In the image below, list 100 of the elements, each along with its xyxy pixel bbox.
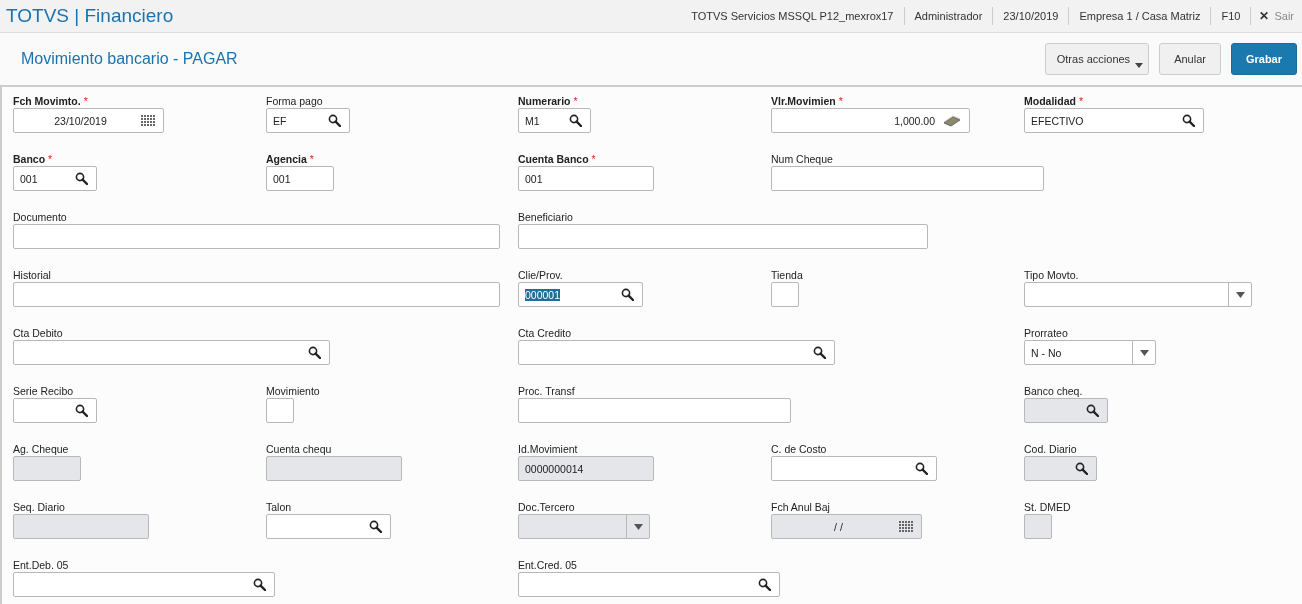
search-icon[interactable]: [75, 404, 88, 417]
required-mark: *: [309, 152, 314, 166]
input-field[interactable]: EFECTIVO: [1024, 108, 1204, 133]
required-mark: *: [591, 152, 596, 166]
field-label: Proc. Transf: [518, 384, 575, 398]
exit-button[interactable]: ✕ Sair: [1251, 9, 1302, 23]
field-label: Modalidad: [1024, 94, 1076, 108]
input-field[interactable]: [518, 572, 780, 597]
field-label: Numerario: [518, 94, 571, 108]
field-value: 23/10/2019: [54, 114, 107, 127]
status-text: F10: [1211, 7, 1252, 25]
search-icon[interactable]: [758, 578, 771, 591]
status-text: Administrador: [904, 7, 994, 25]
action-button[interactable]: Anular: [1159, 43, 1221, 75]
search-icon[interactable]: [813, 346, 826, 359]
field-label: Cuenta Banco: [518, 152, 589, 166]
input-field[interactable]: [771, 282, 799, 307]
input-field[interactable]: [266, 514, 391, 539]
field-label: Id.Movimient: [518, 442, 578, 456]
field-label: Cod. Diario: [1024, 442, 1077, 456]
search-icon[interactable]: [328, 114, 341, 127]
field-label: Tienda: [771, 268, 803, 282]
field-label: Talon: [266, 500, 292, 514]
field-label: Movimiento: [266, 384, 320, 398]
search-icon[interactable]: [915, 462, 928, 475]
page-title: Movimiento bancario - PAGAR: [21, 50, 238, 68]
input-field[interactable]: EF: [266, 108, 350, 133]
input-field[interactable]: [13, 572, 275, 597]
field-value: EFECTIVO: [1031, 114, 1084, 127]
field-value: EF: [273, 114, 287, 127]
field-value: 001: [273, 172, 291, 185]
search-icon[interactable]: [569, 114, 582, 127]
field-label: Clie/Prov.: [518, 268, 563, 282]
action-button[interactable]: Grabar: [1230, 43, 1297, 75]
search-icon[interactable]: [308, 346, 321, 359]
field-value: / /: [834, 520, 843, 533]
field-label: Cuenta chequ: [266, 442, 332, 456]
field-label: Agencia: [266, 152, 307, 166]
field-label: Vlr.Movimien: [771, 94, 836, 108]
input-field[interactable]: M1: [518, 108, 591, 133]
input-field[interactable]: [518, 340, 835, 365]
field-label: Doc.Tercero: [518, 500, 575, 514]
field-label: C. de Costo: [771, 442, 827, 456]
field-label: Documento: [13, 210, 67, 224]
field-value: N - No: [1031, 346, 1062, 359]
field-label: Serie Recibo: [13, 384, 74, 398]
field-label: Seq. Diario: [13, 500, 65, 514]
input-field[interactable]: 001: [266, 166, 334, 191]
field-label: Fch Movimto.: [13, 94, 81, 108]
status-text: TOTVS Servicios MSSQL P12_mexrox17: [681, 7, 905, 25]
money-icon[interactable]: [943, 114, 961, 127]
input-field[interactable]: [771, 166, 1044, 191]
input-field[interactable]: [266, 398, 294, 423]
caret-icon: [1135, 63, 1144, 68]
dropdown[interactable]: N - No: [1024, 340, 1156, 365]
required-mark: *: [573, 94, 578, 108]
field-label: Num Cheque: [771, 152, 833, 166]
input-field[interactable]: 1,000.00: [771, 108, 970, 133]
search-icon[interactable]: [75, 172, 88, 185]
input-field[interactable]: 000001: [518, 282, 643, 307]
input-field[interactable]: [13, 340, 330, 365]
input-field[interactable]: [13, 282, 500, 307]
field-value: 001: [525, 172, 543, 185]
calendar-icon[interactable]: [141, 114, 155, 127]
field-value: 0000000014: [525, 462, 584, 475]
input-field[interactable]: [518, 224, 928, 249]
field-value: M1: [525, 114, 540, 127]
search-icon[interactable]: [253, 578, 266, 591]
input-field[interactable]: [771, 456, 937, 481]
status-text: Empresa 1 / Casa Matriz: [1069, 7, 1212, 25]
app-title: TOTVS | Financiero: [6, 5, 174, 27]
field-label: Banco cheq.: [1024, 384, 1083, 398]
input-field[interactable]: [518, 398, 791, 423]
required-mark: *: [838, 94, 843, 108]
field-label: Ent.Deb. 05: [13, 558, 69, 572]
field-label: Banco: [13, 152, 46, 166]
search-icon[interactable]: [369, 520, 382, 533]
input-field[interactable]: [13, 224, 500, 249]
input-field[interactable]: 001: [13, 166, 97, 191]
field-value: 001: [20, 172, 38, 185]
field-label: Prorrateo: [1024, 326, 1068, 340]
field-label: Ag. Cheque: [13, 442, 69, 456]
menu-button[interactable]: Otras acciones: [1044, 43, 1150, 75]
input-field[interactable]: 001: [518, 166, 654, 191]
field-label: Forma pago: [266, 94, 323, 108]
field-label: Historial: [13, 268, 51, 282]
field-label: Cta Credito: [518, 326, 572, 340]
field-label: Tipo Movto.: [1024, 268, 1079, 282]
input-field[interactable]: 23/10/2019: [13, 108, 164, 133]
required-mark: *: [1078, 94, 1083, 108]
search-icon[interactable]: [621, 288, 634, 301]
required-mark: *: [48, 152, 53, 166]
search-icon[interactable]: [1182, 114, 1195, 127]
field-label: Beneficiario: [518, 210, 573, 224]
field-label: Cta Debito: [13, 326, 63, 340]
input-field[interactable]: [13, 398, 97, 423]
field-label: St. DMED: [1024, 500, 1071, 514]
field-label: Ent.Cred. 05: [518, 558, 577, 572]
field-label: Fch Anul Baj: [771, 500, 830, 514]
field-value: 000001: [525, 288, 561, 301]
